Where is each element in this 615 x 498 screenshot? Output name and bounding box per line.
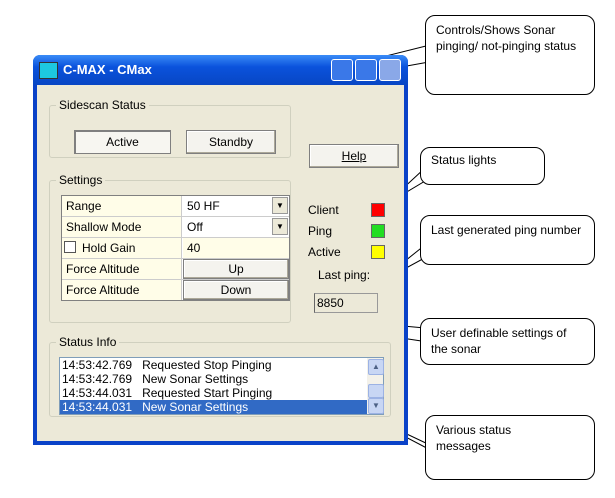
- setting-label: Force Altitude: [62, 259, 182, 279]
- force-altitude-up-button[interactable]: Up: [183, 259, 289, 279]
- callout-last-ping: Last generated ping number: [420, 215, 595, 265]
- list-item-selected[interactable]: 14:53:44.031 New Sonar Settings: [60, 400, 369, 414]
- last-ping-label: Last ping:: [318, 268, 371, 282]
- standby-button[interactable]: Standby: [186, 130, 276, 154]
- ping-light-label: Ping: [308, 224, 333, 238]
- minimize-button[interactable]: [331, 59, 353, 81]
- client-light-label: Client: [308, 203, 339, 217]
- cmax-window: C-MAX - CMax Sidescan Status Active Stan…: [33, 55, 408, 445]
- callout-settings: User definable settings of the sonar: [420, 318, 595, 365]
- settings-grid: Range 50 HF ▼ Shallow Mode Off ▼ Hold Gain 40…: [61, 195, 290, 301]
- callout-sonar-status: Controls/Shows Sonar pinging/ not-pingin…: [425, 15, 595, 95]
- message-text: New Sonar Settings: [142, 400, 249, 414]
- close-button[interactable]: [379, 59, 401, 81]
- scroll-up-icon[interactable]: ▲: [368, 359, 384, 375]
- sidescan-status-legend: Sidescan Status: [59, 98, 146, 112]
- last-ping-field: 8850: [314, 293, 378, 313]
- setting-row-shallow-mode: Shallow Mode Off ▼: [62, 217, 289, 238]
- scrollbar[interactable]: ▲ ▼: [367, 358, 384, 414]
- message-time: 14:53:44.031: [62, 400, 133, 414]
- range-dropdown[interactable]: 50 HF ▼: [183, 196, 289, 216]
- client-status-light: [371, 203, 385, 217]
- active-status-light: [371, 245, 385, 259]
- message-text: New Sonar Settings: [142, 372, 249, 386]
- setting-label: Range: [62, 196, 182, 216]
- shallow-mode-value: Off: [187, 220, 203, 234]
- setting-row-force-altitude-up: Force Altitude Up: [62, 259, 289, 280]
- window-client: Sidescan Status Active Standby Help Sett…: [37, 85, 404, 441]
- hold-gain-value[interactable]: 40: [183, 238, 289, 258]
- active-button[interactable]: Active: [74, 130, 171, 154]
- setting-row-range: Range 50 HF ▼: [62, 196, 289, 217]
- message-time: 14:53:42.769: [62, 372, 133, 386]
- settings-legend: Settings: [59, 173, 103, 187]
- scroll-down-icon[interactable]: ▼: [368, 398, 384, 414]
- setting-label: Shallow Mode: [62, 217, 182, 237]
- list-item[interactable]: 14:53:42.769 Requested Stop Pinging: [60, 358, 383, 372]
- message-text: Requested Start Pinging: [142, 386, 273, 400]
- message-time: 14:53:42.769: [62, 358, 133, 372]
- message-time: 14:53:44.031: [62, 386, 133, 400]
- chevron-down-icon[interactable]: ▼: [272, 218, 288, 235]
- hold-gain-label-cell: Hold Gain: [62, 238, 182, 258]
- callout-status-messages: Various status messages: [425, 415, 595, 480]
- force-altitude-down-button[interactable]: Down: [183, 280, 289, 300]
- setting-label: Hold Gain: [82, 241, 136, 255]
- scroll-thumb[interactable]: [368, 384, 384, 398]
- hold-gain-checkbox[interactable]: [64, 241, 76, 253]
- title-bar[interactable]: C-MAX - CMax: [33, 55, 408, 85]
- help-button[interactable]: Help: [309, 144, 399, 168]
- shallow-mode-dropdown[interactable]: Off ▼: [183, 217, 289, 237]
- active-light-label: Active: [308, 245, 341, 259]
- status-message-list[interactable]: 14:53:42.769 Requested Stop Pinging 14:5…: [59, 357, 384, 415]
- maximize-button[interactable]: [355, 59, 377, 81]
- list-item[interactable]: 14:53:44.031 Requested Start Pinging: [60, 386, 383, 400]
- setting-row-hold-gain: Hold Gain 40: [62, 238, 289, 259]
- app-icon: [39, 62, 58, 79]
- list-item[interactable]: 14:53:42.769 New Sonar Settings: [60, 372, 383, 386]
- setting-label: Force Altitude: [62, 280, 182, 300]
- message-text: Requested Stop Pinging: [142, 358, 272, 372]
- ping-status-light: [371, 224, 385, 238]
- window-title: C-MAX - CMax: [63, 62, 152, 77]
- range-value: 50 HF: [187, 199, 220, 213]
- setting-row-force-altitude-down: Force Altitude Down: [62, 280, 289, 300]
- chevron-down-icon[interactable]: ▼: [272, 197, 288, 214]
- status-info-legend: Status Info: [59, 335, 117, 349]
- callout-status-lights: Status lights: [420, 147, 545, 185]
